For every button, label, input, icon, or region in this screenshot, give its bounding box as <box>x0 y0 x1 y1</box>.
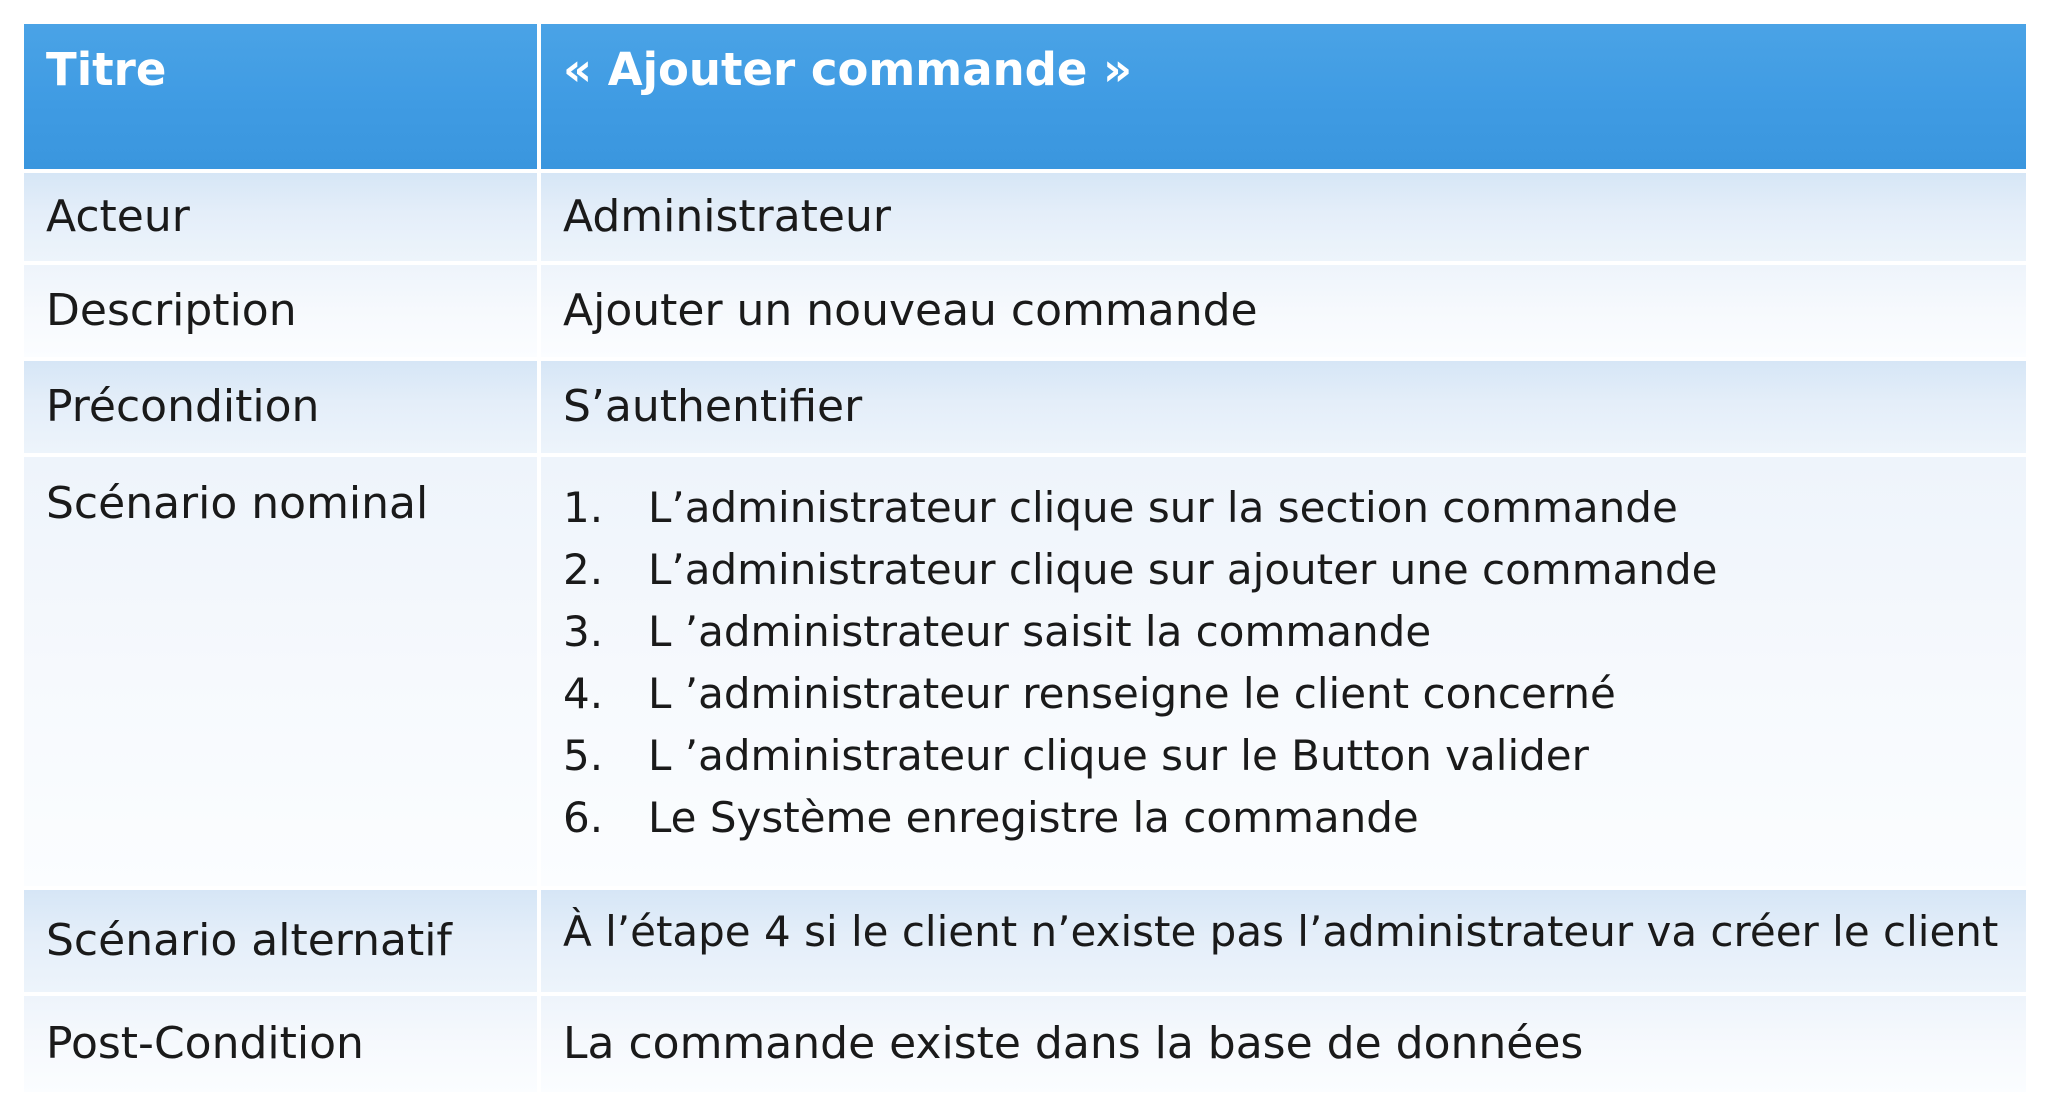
scenario-step: 1. L’administrateur clique sur la sectio… <box>563 477 1717 539</box>
precondition-label: Précondition <box>46 380 320 432</box>
postcondition-label: Post-Condition <box>46 1017 364 1069</box>
actor-value: Administrateur <box>563 190 891 242</box>
precondition-value: S’authentifier <box>563 380 863 432</box>
step-number: 1. <box>563 483 604 532</box>
scenario-step: 6. Le Système enregistre la commande <box>563 787 1717 849</box>
header-label: Titre <box>46 43 167 96</box>
step-number: 2. <box>563 545 604 594</box>
actor-value-cell: Administrateur <box>537 173 2026 261</box>
scenario-step: 2. L’administrateur clique sur ajouter u… <box>563 539 1717 601</box>
description-value: Ajouter un nouveau commande <box>563 284 1258 336</box>
scenario-label: Scénario nominal <box>46 478 429 529</box>
header-label-cell: Titre <box>24 24 537 169</box>
step-text: L ’administrateur clique sur le Button v… <box>648 731 1589 780</box>
scenario-step: 4. L ’administrateur renseigne le client… <box>563 663 1717 725</box>
description-label: Description <box>46 284 297 336</box>
actor-label: Acteur <box>46 190 190 242</box>
header-value-cell: « Ajouter commande » <box>537 24 2026 169</box>
step-text: L ’administrateur renseigne le client co… <box>648 669 1616 718</box>
scenario-steps-list: 1. L’administrateur clique sur la sectio… <box>563 477 1717 849</box>
scenario-label-cell: Scénario nominal <box>24 457 537 886</box>
step-number: 4. <box>563 669 604 718</box>
actor-label-cell: Acteur <box>24 173 537 261</box>
alternative-label: Scénario alternatif <box>46 914 452 966</box>
description-label-cell: Description <box>24 265 537 357</box>
alternative-label-cell: Scénario alternatif <box>24 890 537 992</box>
postcondition-label-cell: Post-Condition <box>24 996 537 1092</box>
precondition-value-cell: S’authentifier <box>537 361 2026 453</box>
use-case-title: « Ajouter commande » <box>563 43 1133 96</box>
step-text: Le Système enregistre la commande <box>648 793 1419 842</box>
step-text: L’administrateur clique sur la section c… <box>648 483 1678 532</box>
precondition-label-cell: Précondition <box>24 361 537 453</box>
scenario-steps-cell: 1. L’administrateur clique sur la sectio… <box>537 457 2026 886</box>
description-value-cell: Ajouter un nouveau commande <box>537 265 2026 357</box>
scenario-step: 5. L ’administrateur clique sur le Butto… <box>563 725 1717 787</box>
scenario-step: 3. L ’administrateur saisit la commande <box>563 601 1717 663</box>
use-case-table: Titre « Ajouter commande » Acteur Admini… <box>24 24 2026 1092</box>
postcondition-value-cell: La commande existe dans la base de donné… <box>537 996 2026 1092</box>
step-number: 3. <box>563 607 604 656</box>
step-number: 5. <box>563 731 604 780</box>
step-text: L ’administrateur saisit la commande <box>648 607 1432 656</box>
postcondition-value: La commande existe dans la base de donné… <box>563 1017 1584 1069</box>
alternative-value-cell: À l’étape 4 si le client n’existe pas l’… <box>537 890 2026 992</box>
step-number: 6. <box>563 793 604 842</box>
step-text: L’administrateur clique sur ajouter une … <box>648 545 1718 594</box>
alternative-value: À l’étape 4 si le client n’existe pas l’… <box>563 907 1999 956</box>
